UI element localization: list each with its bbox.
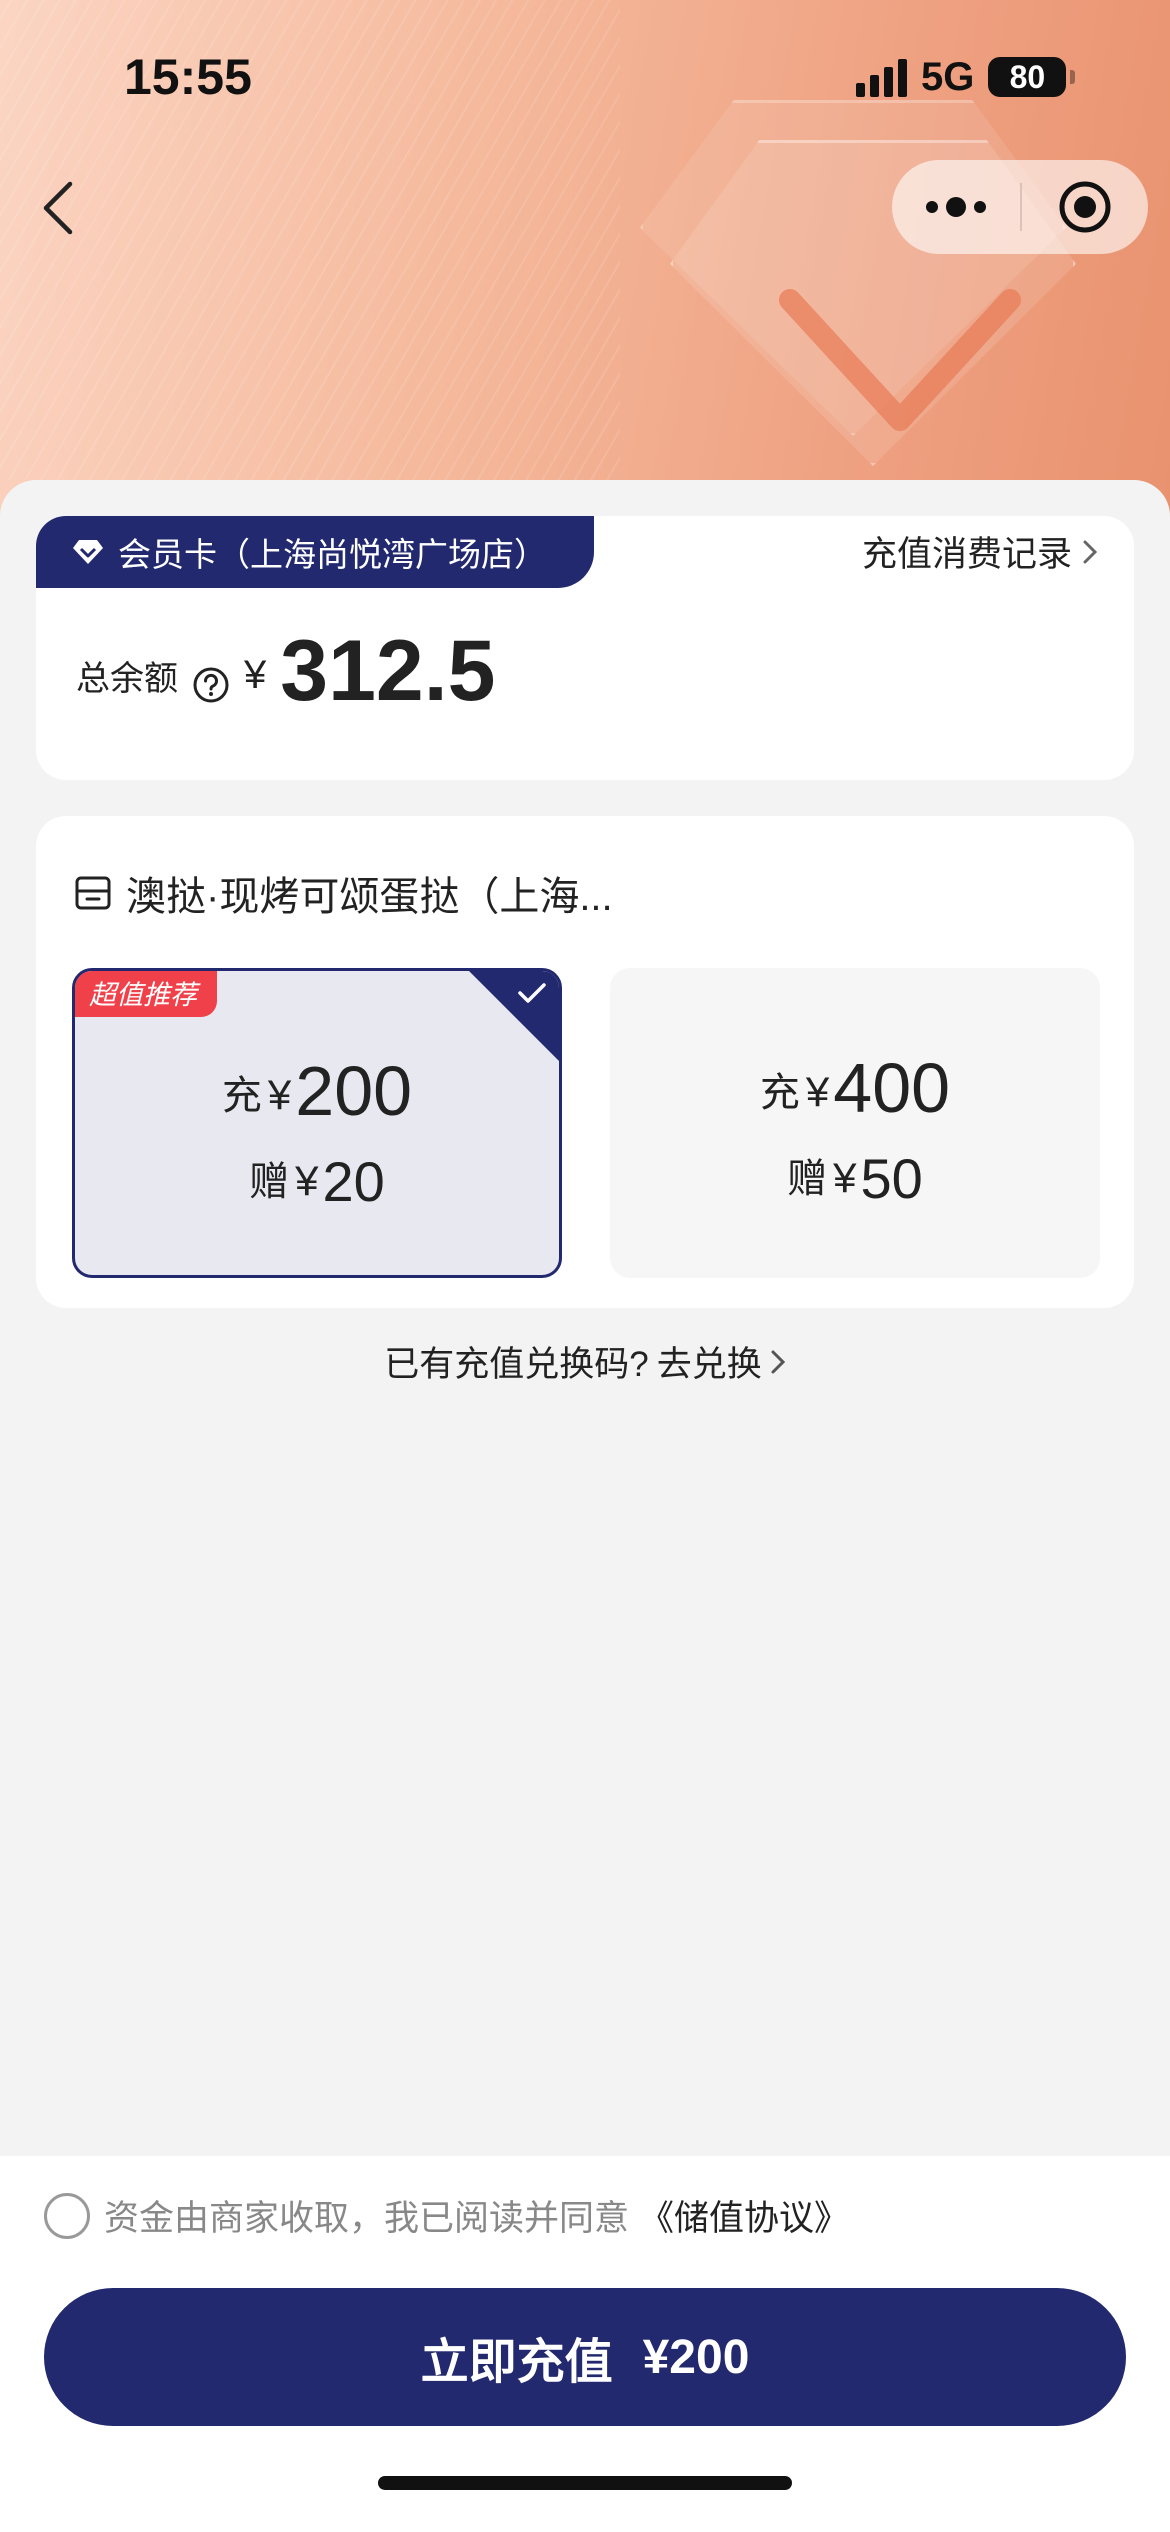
signal-icon [856, 57, 907, 97]
recommend-badge: 超值推荐 [75, 971, 217, 1017]
store-icon [75, 876, 111, 910]
hero-banner: 15:55 5G 80 [0, 0, 1170, 540]
recharge-option-200[interactable]: 超值推荐 充 ¥200 赠 ¥20 [72, 968, 562, 1278]
balance-currency: ¥ [244, 653, 267, 697]
target-icon [1059, 181, 1111, 233]
gift-amount: 20 [322, 1150, 385, 1213]
status-time: 15:55 [124, 49, 252, 105]
charge-line: 充 ¥400 [610, 1048, 1100, 1128]
chevron-right-icon [771, 1350, 785, 1373]
status-icons: 5G 80 [856, 54, 1076, 100]
recharge-page: 15:55 5G 80 会员卡（上海尚悦湾广场店） 充值消费记录 总余额 ¥ 3… [0, 0, 1170, 2532]
redeem-code-link[interactable]: 已有充值兑换码? 去兑换 [0, 1336, 1170, 1387]
network-label: 5G [921, 54, 975, 99]
store-row: 澳挞·现烤可颂蛋挞（上海... [74, 864, 613, 922]
recharge-now-button[interactable]: 立即充值 ¥200 [44, 2288, 1126, 2426]
gift-prefix: 赠 [249, 1160, 290, 1204]
agreement-text: 资金由商家收取，我已阅读并同意 [104, 2199, 630, 2238]
charge-currency: ¥ [267, 1071, 292, 1118]
selected-corner [466, 971, 559, 1064]
chevron-left-icon [43, 181, 73, 235]
member-card-tag: 会员卡（上海尚悦湾广场店） [36, 516, 594, 588]
recharge-options-card: 澳挞·现烤可颂蛋挞（上海... 超值推荐 充 ¥200 赠 ¥20 充 ¥400 赠 ¥… [36, 816, 1134, 1308]
charge-currency: ¥ [805, 1068, 830, 1115]
gift-currency: ¥ [833, 1154, 857, 1201]
battery-level: 80 [1009, 58, 1046, 95]
recharge-record-link[interactable]: 充值消费记录 [862, 526, 1098, 577]
more-button[interactable] [892, 160, 1020, 254]
balance-label: 总余额 [76, 660, 178, 698]
agreement-row: 资金由商家收取，我已阅读并同意 《储值协议》 [44, 2190, 849, 2241]
recharge-now-amount: ¥200 [642, 2330, 750, 2384]
gift-line: 赠 ¥50 [610, 1146, 1100, 1211]
help-icon[interactable] [192, 666, 230, 704]
agreement-checkbox[interactable] [44, 2192, 90, 2239]
charge-prefix: 充 [759, 1071, 800, 1115]
gift-amount: 50 [860, 1147, 923, 1210]
redeem-question: 已有充值兑换码? [384, 1345, 649, 1384]
close-button[interactable] [1022, 160, 1148, 254]
mini-program-capsule [892, 160, 1148, 254]
decorative-stripes [0, 0, 620, 480]
charge-prefix: 充 [221, 1074, 262, 1118]
back-button[interactable] [36, 178, 84, 238]
diamond-check-icon [779, 289, 1021, 431]
agreement-link[interactable]: 《储值协议》 [639, 2190, 849, 2241]
redeem-action: 去兑换 [656, 1345, 762, 1384]
gift-prefix: 赠 [787, 1157, 828, 1201]
diamond-icon [72, 538, 104, 566]
gift-currency: ¥ [295, 1157, 319, 1204]
balance-amount: 312.5 [280, 623, 496, 719]
charge-line: 充 ¥200 [75, 1051, 559, 1131]
more-dots-icon [926, 197, 986, 217]
charge-amount: 200 [295, 1052, 413, 1130]
home-indicator [378, 2476, 792, 2490]
check-icon [518, 983, 546, 1003]
recharge-now-label: 立即充值 [420, 2336, 613, 2389]
recharge-option-400[interactable]: 充 ¥400 赠 ¥50 [610, 968, 1100, 1278]
bottom-bar: 资金由商家收取，我已阅读并同意 《储值协议》 立即充值 ¥200 [0, 2156, 1170, 2532]
charge-amount: 400 [833, 1049, 951, 1127]
gift-line: 赠 ¥20 [75, 1149, 559, 1214]
recharge-record-label: 充值消费记录 [861, 535, 1072, 574]
member-card-title: 会员卡（上海尚悦湾广场店） [118, 536, 547, 573]
balance-row: 总余额 ¥ 312.5 [76, 628, 495, 714]
battery-icon: 80 [988, 57, 1076, 97]
chevron-right-icon [1083, 540, 1098, 563]
store-name: 澳挞·现烤可颂蛋挞（上海... [126, 875, 613, 919]
member-card: 会员卡（上海尚悦湾广场店） 充值消费记录 总余额 ¥ 312.5 [36, 516, 1134, 780]
